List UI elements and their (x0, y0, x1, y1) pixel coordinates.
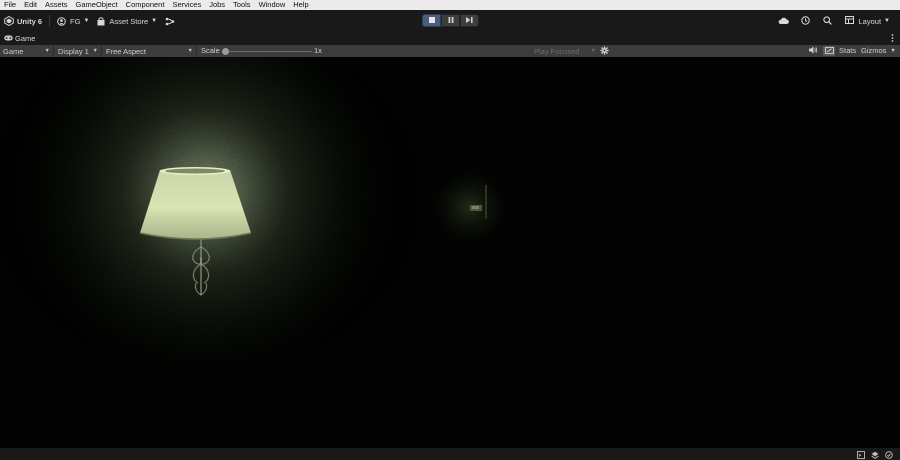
chevron-down-icon: ▼ (884, 18, 890, 24)
pause-icon (448, 16, 454, 25)
menu-gameobject[interactable]: GameObject (72, 0, 122, 10)
chevron-down-icon: ▼ (890, 48, 896, 54)
play-controls (422, 14, 479, 27)
menu-help[interactable]: Help (289, 0, 312, 10)
view-type-label: Game (3, 46, 24, 56)
stop-button[interactable] (422, 14, 441, 27)
history-icon (801, 15, 810, 27)
game-tab-icon (4, 34, 15, 43)
layout-label: Layout (858, 16, 882, 26)
display-label: Display 1 (58, 46, 89, 56)
menu-component[interactable]: Component (122, 0, 169, 10)
scale-value: 1x (314, 46, 322, 55)
game-viewport[interactable] (0, 57, 900, 448)
aspect-dropdown[interactable]: Free Aspect ▼ (103, 45, 197, 57)
chevron-down-icon: ▼ (92, 48, 98, 54)
account-icon (57, 16, 66, 26)
game-render (0, 57, 900, 448)
activity-button[interactable] (882, 450, 896, 459)
tab-label: Game (15, 34, 36, 43)
pause-button[interactable] (441, 14, 460, 27)
aspect-toggle-button[interactable] (823, 46, 835, 56)
menu-assets[interactable]: Assets (41, 0, 72, 10)
menu-bar: File Edit Assets GameObject Component Se… (0, 0, 900, 10)
cloud-icon (778, 17, 789, 26)
step-icon (466, 16, 473, 25)
stop-icon (428, 16, 435, 25)
game-tab-bar: Game (0, 32, 900, 45)
settings-gear-icon (599, 45, 609, 57)
chevron-down-icon: ▼ (151, 18, 158, 24)
stats-button[interactable]: Stats (839, 45, 856, 57)
history-button[interactable] (795, 13, 817, 29)
unity-title-button[interactable]: Unity 6 (0, 13, 46, 29)
menu-window[interactable]: Window (255, 0, 290, 10)
main-toolbar: Unity 6 FG ▼ Asset Store ▼ Layout ▼ (0, 10, 900, 32)
notifications-icon (868, 450, 882, 459)
toolbar-divider (49, 15, 51, 27)
settings-button[interactable] (599, 45, 609, 57)
gizmos-dropdown[interactable]: Gizmos ▼ (861, 45, 896, 57)
asset-store-dropdown[interactable]: Asset Store ▼ (93, 13, 161, 29)
layout-icon (844, 16, 854, 26)
aspect-label: Free Aspect (106, 46, 147, 56)
layout-dropdown[interactable]: Layout ▼ (839, 16, 896, 26)
account-dropdown[interactable]: FG ▼ (53, 13, 93, 29)
tab-game[interactable]: Game (0, 32, 39, 45)
display-dropdown[interactable]: Display 1 ▼ (55, 45, 102, 57)
scale-label: Scale (201, 46, 220, 55)
menu-file[interactable]: File (0, 0, 20, 10)
scale-slider-thumb[interactable] (222, 47, 229, 55)
chevron-down-icon: ▼ (187, 48, 193, 54)
aspect-icon (824, 46, 834, 56)
mute-audio-button[interactable] (808, 46, 819, 56)
tab-more-menu[interactable] (891, 34, 894, 44)
menu-edit[interactable]: Edit (20, 0, 41, 10)
scale-slider-track[interactable] (226, 50, 312, 52)
status-icons (854, 450, 896, 459)
play-mode-label: Play Focused (534, 46, 580, 56)
more-menu-icon (891, 34, 894, 44)
game-view-toolbar: Game ▼ Display 1 ▼ Free Aspect ▼ Scale 1… (0, 45, 900, 57)
status-bar (0, 448, 900, 460)
notifications-button[interactable] (868, 450, 882, 459)
unity-logo-icon (4, 16, 14, 26)
asset-store-icon (97, 16, 105, 26)
menu-services[interactable]: Services (168, 0, 205, 10)
mute-audio-icon (809, 46, 818, 56)
toolbar-right: Layout ▼ (773, 13, 896, 29)
gizmos-label: Gizmos (861, 46, 887, 55)
chevron-down-icon: ▼ (590, 48, 596, 54)
version-control-icon (165, 17, 175, 26)
play-mode-dropdown[interactable]: Play Focused ▼ (534, 45, 596, 57)
menu-jobs[interactable]: Jobs (205, 0, 229, 10)
search-icon (823, 15, 832, 27)
menu-tools[interactable]: Tools (229, 0, 255, 10)
app-title: Unity 6 (17, 16, 43, 26)
asset-store-label: Asset Store (109, 16, 149, 26)
console-button[interactable] (854, 450, 868, 459)
console-icon (854, 450, 868, 459)
account-label: FG (70, 16, 81, 26)
activity-icon (882, 450, 896, 459)
cloud-button[interactable] (773, 13, 795, 29)
search-button[interactable] (817, 13, 839, 29)
chevron-down-icon: ▼ (83, 18, 90, 24)
chevron-down-icon: ▼ (44, 48, 50, 54)
step-button[interactable] (460, 14, 479, 27)
version-control-button[interactable] (161, 13, 179, 29)
view-type-dropdown[interactable]: Game ▼ (0, 45, 54, 57)
